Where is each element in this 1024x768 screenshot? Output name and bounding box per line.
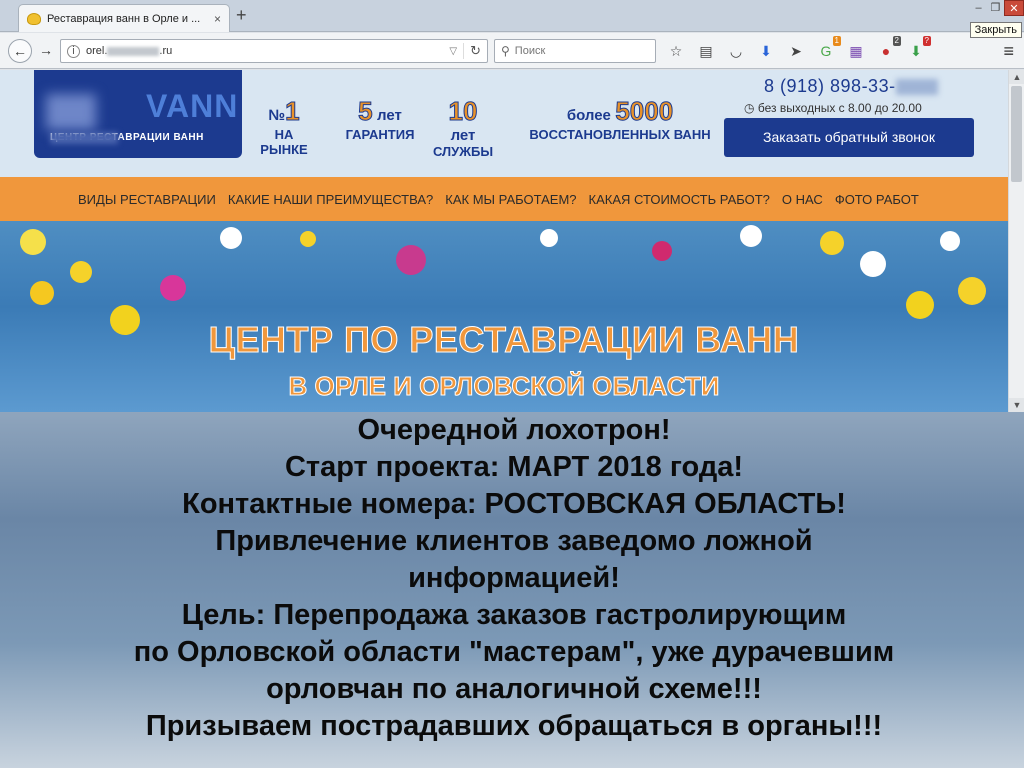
- warning-text-block: Очередной лохотрон! Старт проекта: МАРТ …: [0, 412, 1024, 745]
- hamburger-menu-icon[interactable]: ≡: [1003, 41, 1014, 62]
- callback-button[interactable]: Заказать обратный звонок: [724, 118, 974, 157]
- flower-decoration: [860, 251, 886, 277]
- warning-line: Старт проекта: МАРТ 2018 года!: [284, 451, 744, 483]
- search-input[interactable]: [514, 45, 635, 57]
- flower-decoration: [160, 275, 186, 301]
- flower-decoration: [70, 261, 92, 283]
- logo-blurred-part: [46, 94, 96, 130]
- close-window-icon[interactable]: ✕: [1004, 0, 1024, 16]
- scroll-up-icon[interactable]: ▲: [1009, 70, 1024, 84]
- pocket-icon[interactable]: ◡: [726, 41, 746, 61]
- minimize-icon[interactable]: –: [970, 0, 987, 16]
- warning-line: Очередной лохотрон!: [357, 414, 671, 446]
- grammar-extension-icon[interactable]: G1: [816, 36, 841, 61]
- menu-item-how-we-work[interactable]: КАК МЫ РАБОТАЕМ?: [445, 192, 576, 207]
- menu-item-restoration-types[interactable]: ВИДЫ РЕСТАВРАЦИИ: [78, 192, 216, 207]
- clock-icon: ◷: [744, 101, 755, 115]
- flower-decoration: [940, 231, 960, 251]
- stat-rank-label: НА РЫНКЕ: [260, 127, 308, 157]
- tab-bar: Реставрация ванн в Орле и ... × + – ❐ ✕ …: [0, 0, 1024, 38]
- flower-decoration: [906, 291, 934, 319]
- logo-subtitle-blur: [50, 132, 118, 144]
- logo-name: VANN: [146, 88, 239, 124]
- stat-rank: №1 НА РЫНКЕ: [258, 96, 310, 158]
- toolbar-icons: ☆ ▤ ◡ ⬇ ➤ G1 ▦ ● 2 ⬇?: [666, 36, 931, 61]
- site-logo[interactable]: VANN ЦЕНТР РЕСТАВРАЦИИ ВАНН: [34, 70, 242, 158]
- page-viewport: VANN ЦЕНТР РЕСТАВРАЦИИ ВАНН №1 НА РЫНКЕ 5…: [0, 70, 1024, 768]
- scroll-thumb[interactable]: [1011, 86, 1022, 182]
- menu-item-about[interactable]: О НАС: [782, 192, 823, 207]
- phone-number[interactable]: 8 (918) 898-33-: [764, 76, 938, 97]
- restore-icon[interactable]: ❐: [987, 0, 1004, 16]
- window-controls: – ❐ ✕: [970, 0, 1024, 20]
- new-tab-button[interactable]: +: [236, 6, 247, 24]
- flower-decoration: [652, 241, 672, 261]
- stat-warranty: 5 лет ГАРАНТИЯ: [345, 96, 415, 143]
- bookmark-star-icon[interactable]: ☆: [666, 41, 686, 61]
- working-hours: ◷ без выходных с 8.00 до 20.00: [744, 101, 922, 115]
- search-icon: ⚲: [501, 44, 510, 58]
- forward-arrow-icon[interactable]: →: [34, 39, 58, 63]
- stat-restored: более 5000 ВОССТАНОВЛЕННЫХ ВАНН: [529, 96, 711, 143]
- tab-close-icon[interactable]: ×: [214, 12, 221, 26]
- search-bar[interactable]: ⚲: [494, 39, 656, 63]
- send-icon[interactable]: ➤: [786, 41, 806, 61]
- phone-blurred-part: [895, 79, 938, 96]
- hero-banner: ЦЕНТР ПО РЕСТАВРАЦИИ ВАНН В ОРЛЕ И ОРЛОВ…: [0, 221, 1008, 412]
- grid-extension-icon[interactable]: ▦: [846, 41, 866, 61]
- flower-decoration: [740, 225, 762, 247]
- vertical-scrollbar[interactable]: ▲ ▼: [1008, 70, 1024, 412]
- warning-line: по Орловской области "мастерам", уже дур…: [133, 636, 895, 668]
- navigation-toolbar: ← → i orel..ru ▽ ↻ ⚲ ☆ ▤ ◡ ⬇ ➤ G1 ▦ ●2 ⬇…: [0, 33, 1024, 69]
- flower-decoration: [540, 229, 558, 247]
- warning-line: Привлечение клиентов заведомо ложной: [215, 525, 813, 557]
- flower-decoration: [820, 231, 844, 255]
- back-arrow-icon[interactable]: ←: [8, 39, 32, 63]
- reload-icon[interactable]: ↻: [463, 43, 481, 59]
- menu-item-advantages[interactable]: КАКИЕ НАШИ ПРЕИМУЩЕСТВА?: [228, 192, 433, 207]
- duck-favicon-icon: [27, 12, 41, 25]
- adblock-icon[interactable]: ● 2: [876, 36, 901, 61]
- reading-list-icon[interactable]: ▤: [696, 41, 716, 61]
- info-icon[interactable]: i: [67, 44, 80, 58]
- warning-line: Призываем пострадавших обращаться в орга…: [145, 710, 883, 742]
- flower-decoration: [958, 277, 986, 305]
- warning-line: Контактные номера: РОСТОВСКАЯ ОБЛАСТЬ!: [182, 488, 846, 520]
- flower-decoration: [30, 281, 54, 305]
- scroll-down-icon[interactable]: ▼: [1009, 398, 1024, 412]
- url-bar[interactable]: i orel. .ru ▽ ↻: [60, 39, 488, 63]
- menu-item-pricing[interactable]: КАКАЯ СТОИМОСТЬ РАБОТ?: [589, 192, 770, 207]
- tab-title: Реставрация ванн в Орле и ...: [47, 12, 201, 25]
- download-arrow-icon[interactable]: ⬇: [756, 41, 776, 61]
- flower-decoration: [20, 229, 46, 255]
- flower-decoration: [220, 227, 242, 249]
- url-dropdown-icon[interactable]: ▽: [449, 46, 457, 57]
- close-tooltip: Закрыть: [969, 22, 1022, 38]
- warning-line: информацией!: [408, 562, 620, 594]
- flower-decoration: [300, 231, 316, 247]
- browser-tab[interactable]: Реставрация ванн в Орле и ... ×: [18, 4, 230, 32]
- flower-decoration: [396, 245, 426, 275]
- save-download-icon[interactable]: ⬇?: [906, 36, 931, 61]
- warning-line: орловчан по аналогичной схеме!!!: [266, 673, 762, 705]
- warning-line: Цель: Перепродажа заказов гастролирующим: [181, 599, 847, 631]
- url-text[interactable]: orel. .ru: [86, 45, 443, 57]
- menu-item-photos[interactable]: ФОТО РАБОТ: [835, 192, 919, 207]
- stat-service-life: 10 лет СЛУЖБЫ: [432, 96, 494, 160]
- site-header: VANN ЦЕНТР РЕСТАВРАЦИИ ВАНН №1 НА РЫНКЕ 5…: [0, 70, 1008, 177]
- hero-subtitle: В ОРЛЕ И ОРЛОВСКОЙ ОБЛАСТИ: [288, 371, 720, 402]
- hero-title: ЦЕНТР ПО РЕСТАВРАЦИИ ВАНН: [208, 319, 800, 361]
- warning-overlay: Очередной лохотрон! Старт проекта: МАРТ …: [0, 412, 1024, 768]
- url-blurred-part: [107, 46, 160, 56]
- main-menu: ВИДЫ РЕСТАВРАЦИИ КАКИЕ НАШИ ПРЕИМУЩЕСТВА…: [0, 177, 1008, 221]
